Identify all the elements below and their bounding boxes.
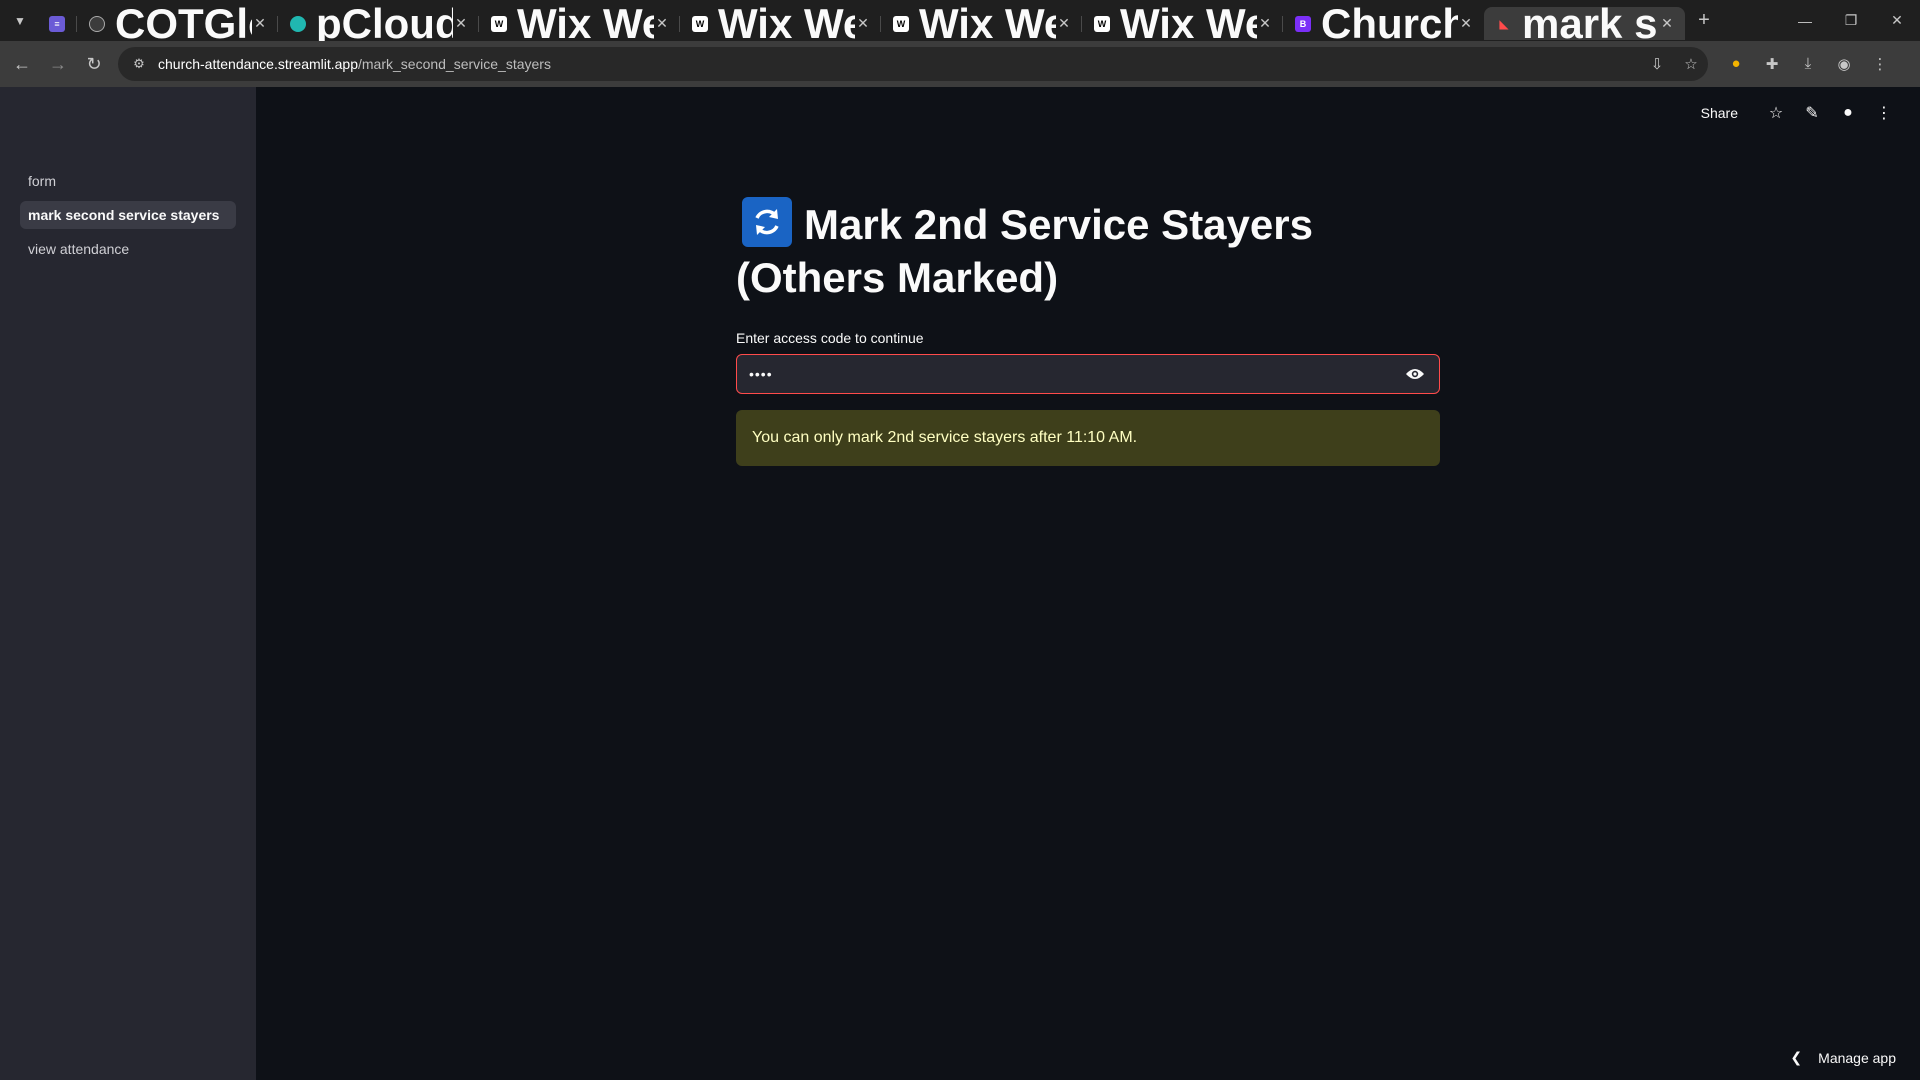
close-icon[interactable]: ✕ — [1056, 15, 1072, 32]
sidebar-item-mark-second-service-stayers[interactable]: mark second service stayers — [20, 201, 236, 229]
app-header: Share ☆ ✎ ● ⋮ — [1701, 103, 1902, 123]
back-arrow-icon[interactable]: ← — [4, 46, 40, 82]
close-icon[interactable]: ✕ — [855, 15, 871, 32]
url-path: /mark_second_service_stayers — [358, 56, 551, 72]
globe-icon — [89, 15, 105, 32]
browser-tab[interactable]: ≡ — [37, 7, 77, 40]
counterclockwise-arrows-icon — [742, 197, 792, 247]
wix-icon: W — [1094, 15, 1110, 32]
browser-tab[interactable]: COTGlobal Audio Library ✕ — [77, 0, 278, 47]
bootstrap-icon: B — [1295, 15, 1311, 32]
page-title-text: Mark 2nd Service Stayers (Others Marked) — [736, 201, 1313, 301]
tab-search-chevron-icon[interactable]: ▼ — [3, 4, 37, 38]
close-icon[interactable]: ✕ — [1458, 15, 1474, 32]
address-bar[interactable]: ⚙ church-attendance.streamlit.app/mark_s… — [118, 47, 1708, 81]
sidebar: form mark second service stayers view at… — [0, 87, 256, 1080]
browser-tab[interactable]: W Wix Website Editor | My ✕ — [479, 0, 680, 47]
window-close-icon[interactable]: ✕ — [1874, 0, 1920, 41]
sidebar-item-view-attendance[interactable]: view attendance — [20, 235, 236, 263]
access-code-input[interactable]: •••• — [736, 354, 1440, 394]
downloads-icon[interactable]: ⤓ — [1790, 55, 1826, 73]
browser-toolbar: ← → ↻ ⚙ church-attendance.streamlit.app /… — [0, 41, 1920, 87]
share-button[interactable]: Share — [1701, 105, 1738, 121]
close-icon[interactable]: ✕ — [453, 15, 469, 32]
edit-pencil-icon[interactable]: ✎ — [1794, 103, 1830, 123]
page-title: Mark 2nd Service Stayers (Others Marked) — [736, 197, 1440, 304]
new-tab-plus-icon[interactable]: + — [1687, 4, 1721, 38]
access-code-value[interactable]: •••• — [749, 366, 1403, 382]
extensions-puzzle-icon[interactable]: ✚ — [1754, 55, 1790, 73]
browser-tab[interactable]: B Church-Attendance-Syst ✕ — [1283, 0, 1484, 47]
manage-app-label: Manage app — [1818, 1049, 1896, 1066]
show-password-eye-icon[interactable] — [1403, 362, 1427, 386]
close-icon[interactable]: ✕ — [252, 15, 268, 32]
github-icon[interactable]: ● — [1830, 104, 1866, 122]
manage-app-button[interactable]: ❮ Manage app — [1790, 1049, 1896, 1066]
extension-badge-icon[interactable]: ● — [1718, 55, 1754, 73]
streamlit-icon: ◣ — [1499, 16, 1509, 31]
browser-tab[interactable]: W Wix Website Editor | My ✕ — [680, 0, 881, 47]
install-app-icon[interactable]: ⇩ — [1640, 55, 1674, 73]
site-info-icon[interactable]: ⚙ — [128, 56, 150, 72]
main-content: Mark 2nd Service Stayers (Others Marked)… — [736, 197, 1440, 466]
wix-icon: W — [491, 15, 507, 32]
forward-arrow-icon[interactable]: → — [40, 46, 76, 82]
profile-avatar-icon[interactable]: ◉ — [1826, 55, 1862, 73]
sidebar-item-form[interactable]: form — [20, 167, 236, 195]
wix-icon: W — [692, 15, 708, 32]
close-icon[interactable]: ✕ — [1659, 15, 1675, 32]
wix-icon: W — [893, 15, 909, 32]
browser-tab[interactable]: pCloud :: File Manager ✕ — [278, 0, 479, 47]
reload-icon[interactable]: ↻ — [76, 46, 112, 82]
browser-tab[interactable]: W Wix Website Editor | My ✕ — [881, 0, 1082, 47]
app-container: form mark second service stayers view at… — [0, 87, 1920, 1080]
bookmark-star-icon[interactable]: ☆ — [1674, 55, 1708, 73]
restore-icon[interactable]: ❐ — [1828, 0, 1874, 41]
warning-alert: You can only mark 2nd service stayers af… — [736, 410, 1440, 466]
star-icon[interactable]: ☆ — [1758, 103, 1794, 123]
list-icon: ≡ — [49, 15, 65, 32]
browser-tab-bar: ▼ ≡ COTGlobal Audio Library ✕ pCloud :: … — [0, 0, 1920, 47]
url-host: church-attendance.streamlit.app — [158, 56, 358, 72]
minimize-icon[interactable]: — — [1782, 0, 1828, 41]
browser-menu-icon[interactable]: ⋮ — [1862, 55, 1898, 73]
chevron-left-icon: ❮ — [1790, 1049, 1803, 1065]
browser-tab-active[interactable]: ◣ mark second service stay ✕ — [1484, 0, 1685, 47]
access-code-label: Enter access code to continue — [736, 330, 924, 346]
close-icon[interactable]: ✕ — [654, 15, 670, 32]
cloud-icon — [290, 15, 306, 32]
sidebar-nav: form mark second service stayers view at… — [20, 167, 236, 269]
browser-tab[interactable]: W Wix Website Editor | My ✕ — [1082, 0, 1283, 47]
app-menu-icon[interactable]: ⋮ — [1866, 103, 1902, 123]
close-icon[interactable]: ✕ — [1257, 15, 1273, 32]
window-controls: — ❐ ✕ — [1782, 0, 1920, 41]
